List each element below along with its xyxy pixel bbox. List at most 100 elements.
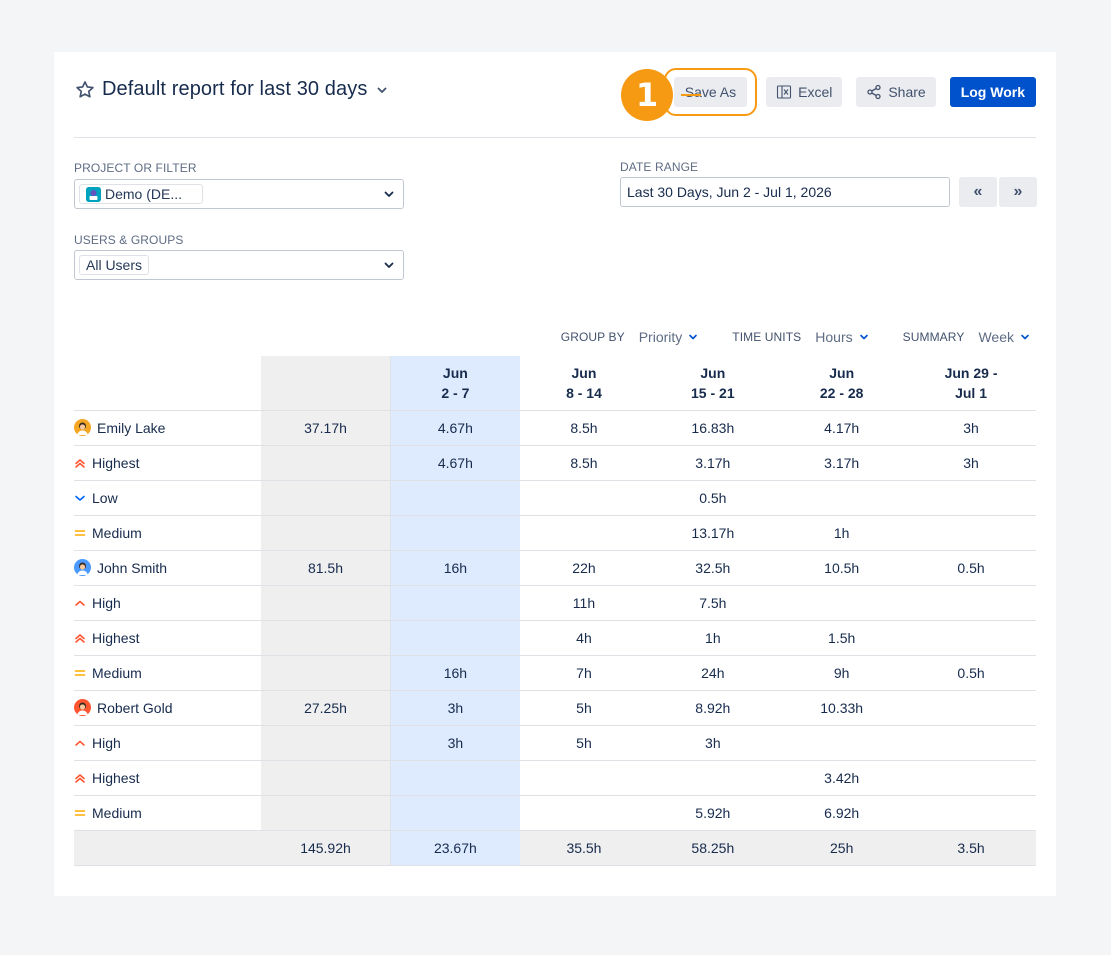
time-units-dropdown[interactable]: Hours [815,329,868,345]
hours-cell: 13.17h [648,515,778,551]
hours-cell [390,760,520,796]
callout-connector [681,94,701,96]
priority-medium-icon [74,807,86,819]
save-as-button[interactable]: Save As [673,77,748,107]
share-icon [866,84,882,100]
header-divider [74,137,1036,138]
page-title: Default report for last 30 days [102,78,368,100]
week-header-line1: Jun 29 - [944,364,998,381]
report-header: Default report for last 30 days Save As … [74,68,1036,116]
row-label: Highest [74,770,261,786]
priority-row: High 3h 5h 3h [74,725,1036,761]
hours-cell: 4.17h [777,410,907,446]
week-header-line1: Jun [442,364,468,381]
hours-cell [906,795,1036,831]
week-column-header[interactable]: Jun 29 - Jul 1 [906,356,1036,411]
date-range-field[interactable]: Last 30 Days, Jun 2 - Jul 1, 2026 [620,177,950,207]
user-name-cell: Robert Gold [74,690,261,726]
avatar [74,419,91,436]
week-column-header[interactable]: Jun 2 - 7 [390,356,520,411]
hours-cell [519,480,649,516]
hours-cell: 3h [906,410,1036,446]
hours-cell: 0.5h [906,655,1036,691]
report-card: Default report for last 30 days Save As … [54,52,1056,896]
hours-cell: 3h [906,445,1036,481]
hours-cell: 3.42h [777,760,907,796]
priority-medium-icon [74,667,86,679]
hours-cell: 0.5h [648,480,778,516]
group-by-value: Priority [638,329,683,345]
priority-row: Highest 4h 1h 1.5h [74,620,1036,656]
priority-high-icon [74,597,86,609]
week-header-line2: 22 - 28 [819,384,864,401]
week-total-cell: 3.5h [906,830,1036,866]
hours-cell: 3h [390,725,520,761]
priority-highest-icon [74,457,86,469]
row-label[interactable]: John Smith [74,559,261,576]
total-column-header [260,356,392,411]
priority-high-icon [74,737,86,749]
priority-name: Low [92,489,118,506]
week-header-line1: Jun [571,364,597,381]
previous-period-button[interactable]: « [959,177,997,207]
week-column-header[interactable]: Jun 15 - 21 [648,356,778,411]
priority-row: Highest 4.67h 8.5h 3.17h 3.17h 3h [74,445,1036,481]
chevron-down-icon [1020,332,1030,342]
row-total-cell [260,725,392,761]
header-actions: Save As Excel Share Log Work [663,68,1036,116]
excel-button[interactable]: Excel [766,77,843,107]
date-range-label: DATE RANGE [620,160,699,174]
time-units-value: Hours [815,329,853,345]
row-total-cell [260,795,392,831]
hours-cell: 22h [519,550,649,586]
week-column-header[interactable]: Jun 22 - 28 [777,356,907,411]
row-label: High [74,595,261,611]
project-chip: Demo (DE... [79,184,204,204]
row-total-cell [260,760,392,796]
row-total-cell: 81.5h [260,550,392,586]
row-total-cell [260,445,392,481]
users-groups-select[interactable]: All Users [74,250,404,280]
log-work-button[interactable]: Log Work [949,77,1036,107]
row-total-cell [260,620,392,656]
report-title-group[interactable]: Default report for last 30 days [74,78,389,101]
hours-cell [906,620,1036,656]
chevron-down-icon [383,188,395,200]
group-by-dropdown[interactable]: Priority [639,329,699,345]
summary-dropdown[interactable]: Week [978,329,1030,345]
star-icon[interactable] [74,79,96,101]
hours-cell [390,620,520,656]
user-name-cell: John Smith [74,550,261,586]
totals-label-cell [74,830,261,866]
priority-name-cell: Highest [74,760,261,796]
priority-row: High 11h 7.5h [74,585,1036,621]
week-total-cell: 25h [777,830,907,866]
user-name: Emily Lake [97,419,166,436]
hours-cell [519,760,649,796]
next-period-button[interactable]: » [999,177,1037,207]
group-by-label: GROUP BY [560,330,625,344]
users-chip: All Users [79,255,150,275]
week-column-header[interactable]: Jun 8 - 14 [519,356,649,411]
share-button[interactable]: Share [856,77,936,107]
row-label[interactable]: Emily Lake [74,419,261,436]
hours-cell: 10.33h [777,690,907,726]
row-label: Highest [74,630,261,646]
hours-cell: 7.5h [648,585,778,621]
row-total-cell: 37.17h [260,410,392,446]
row-label: Medium [74,805,261,821]
chevron-down-icon [383,259,395,271]
row-label: Medium [74,665,261,681]
project-filter-select[interactable]: Demo (DE... [74,179,404,209]
hours-cell: 4.67h [390,445,520,481]
row-label: Medium [74,525,261,541]
hours-cell: 6.92h [777,795,907,831]
time-units-label: TIME UNITS [732,330,802,344]
chevron-down-icon[interactable] [375,83,389,97]
hours-cell [390,480,520,516]
excel-icon [776,84,792,100]
hours-cell: 1h [648,620,778,656]
row-label[interactable]: Robert Gold [74,699,261,716]
priority-row: Medium 5.92h 6.92h [74,795,1036,831]
hours-cell: 8.92h [648,690,778,726]
